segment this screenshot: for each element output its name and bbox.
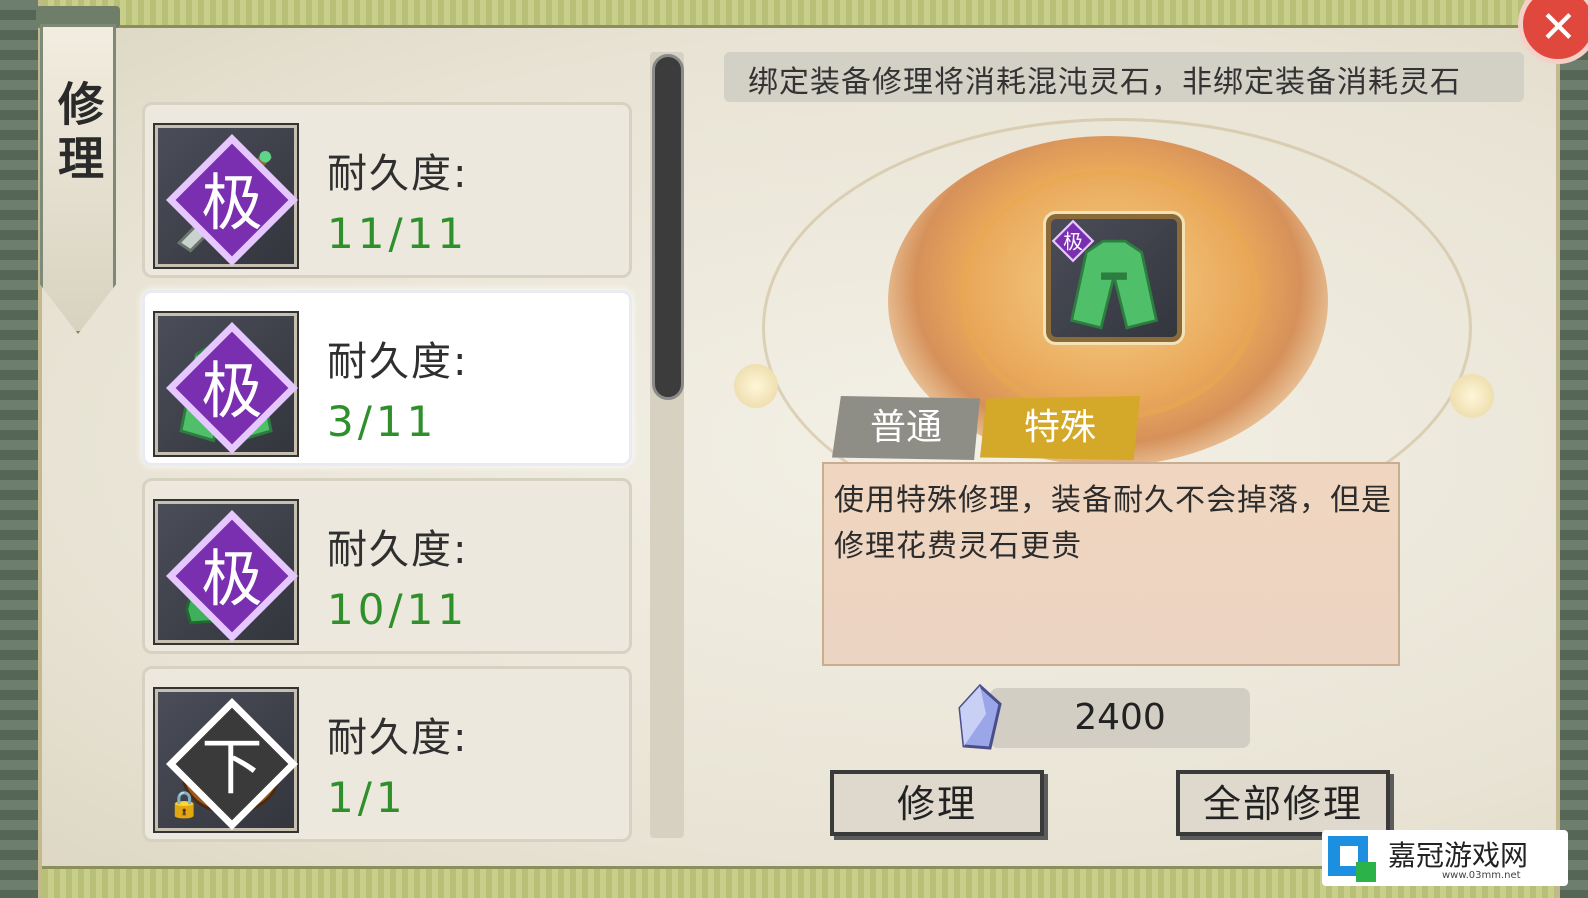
durability-label: 耐久度: [327, 527, 469, 573]
durability-label: 耐久度: [327, 339, 469, 385]
frame-top [0, 0, 1588, 28]
robe-icon: 极 [153, 311, 299, 457]
durability-value: 10/11 [327, 585, 469, 634]
grade-badge-icon: 极 [165, 133, 299, 267]
watermark-text: 嘉冠游戏网 [1388, 839, 1529, 872]
close-icon[interactable]: ✕ [1540, 2, 1577, 53]
watermark-url: www.03mm.net [1442, 870, 1521, 881]
sword-icon: 极 [153, 123, 299, 269]
tab-special[interactable]: 特殊 [980, 396, 1140, 460]
durability-label: 耐久度: [327, 715, 469, 761]
durability-value: 11/11 [327, 209, 469, 258]
durability-value: 3/11 [327, 397, 438, 446]
left-orb-icon [734, 364, 778, 408]
spirit-stone-icon [958, 684, 1002, 750]
equipment-item[interactable]: 极 耐久度: 3/11 [142, 290, 632, 466]
svg-text:极: 极 [201, 356, 262, 427]
tab-normal[interactable]: 普通 [832, 396, 980, 460]
lock-icon: 🔒 [168, 790, 201, 820]
grade-badge-icon: 极 [1051, 219, 1095, 263]
frame-left [0, 0, 42, 898]
equipment-item[interactable]: 极 耐久度: 11/11 [142, 102, 632, 278]
svg-text:极: 极 [201, 544, 262, 615]
durability-value: 1/1 [327, 773, 407, 822]
repair-all-button[interactable]: 全部修理 [1176, 770, 1390, 836]
grade-badge-icon: 极 [165, 509, 299, 643]
page-title: 修理 [51, 80, 105, 188]
boots-icon: 极 [153, 499, 299, 645]
durability-label: 耐久度: [327, 151, 469, 197]
frame-right [1556, 0, 1588, 898]
info-banner-text: 绑定装备修理将消耗混沌灵石，非绑定装备消耗灵石 [748, 65, 1461, 100]
grade-badge-icon: 极 [165, 321, 299, 455]
right-orb-icon [1450, 374, 1494, 418]
description-text: 使用特殊修理，装备耐久不会掉落，但是修理花费灵石更贵 [834, 483, 1392, 564]
watermark-logo-icon [1328, 836, 1376, 882]
pouch-icon: 下 🔒 [153, 687, 299, 833]
cost-value: 2400 [1074, 697, 1166, 738]
svg-text:下: 下 [201, 732, 262, 803]
scrollbar-thumb[interactable] [652, 54, 684, 400]
equipment-item[interactable]: 极 耐久度: 10/11 [142, 478, 632, 654]
selected-equipment-slot[interactable]: 极 [1043, 211, 1185, 345]
svg-text:极: 极 [1063, 231, 1083, 254]
svg-text:极: 极 [201, 168, 262, 239]
equipment-item[interactable]: 下 🔒 耐久度: 1/1 [142, 666, 632, 842]
repair-button[interactable]: 修理 [830, 770, 1044, 836]
